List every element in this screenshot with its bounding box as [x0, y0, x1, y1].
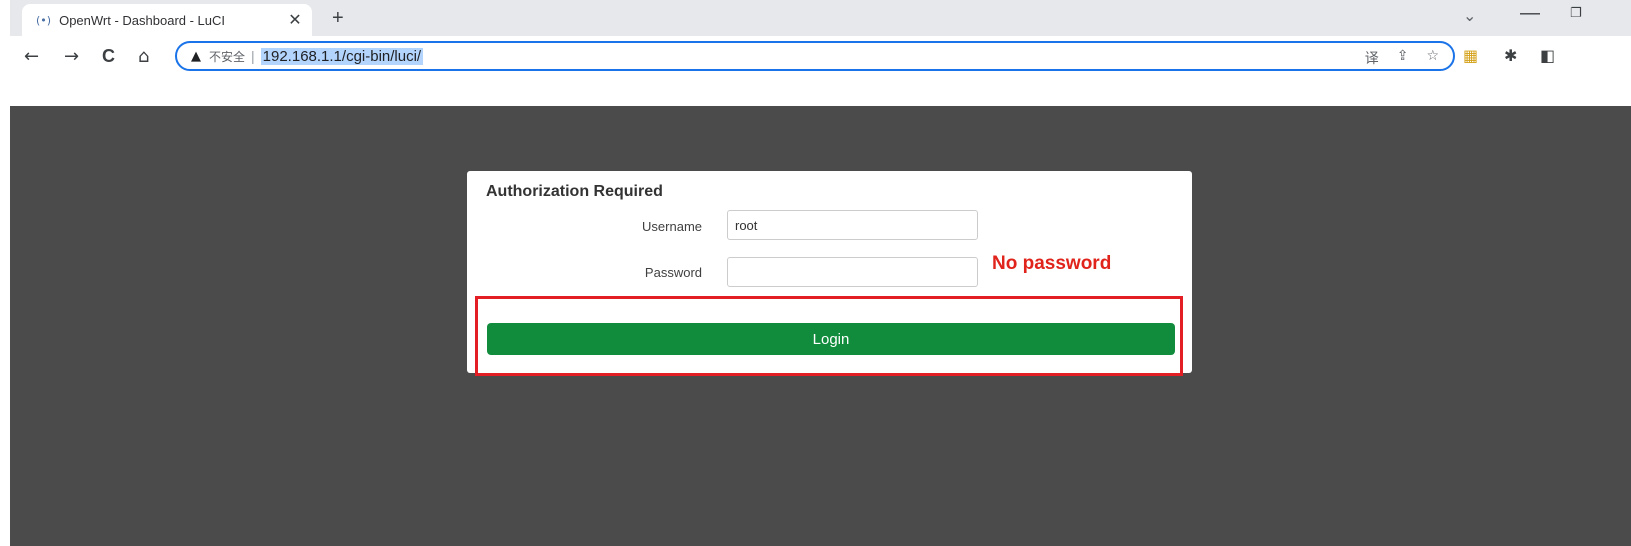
page-content: Authorization Required Username Password… — [10, 106, 1631, 546]
window-left-edge — [0, 0, 10, 546]
login-card: Authorization Required Username Password… — [467, 171, 1192, 376]
username-label: Username — [642, 219, 702, 234]
openwrt-favicon-icon: (•) — [36, 13, 52, 27]
bookmark-star-icon[interactable]: ☆ — [1426, 48, 1439, 68]
not-secure-warning-icon[interactable]: ▲ — [191, 49, 201, 64]
password-label: Password — [644, 265, 702, 280]
login-button[interactable]: Login — [487, 323, 1175, 355]
browser-tab[interactable]: (•) OpenWrt - Dashboard - LuCI ✕ — [22, 4, 312, 36]
translate-icon[interactable]: 译 — [1365, 48, 1379, 68]
login-title: Authorization Required — [486, 183, 663, 200]
home-icon[interactable]: ⌂ — [138, 46, 149, 67]
forward-arrow-icon[interactable]: → — [64, 46, 79, 67]
address-separator: | — [251, 48, 255, 64]
tab-title: OpenWrt - Dashboard - LuCI — [59, 12, 226, 28]
username-input[interactable] — [727, 210, 978, 240]
no-password-annotation: No password — [992, 253, 1112, 274]
extension-icon[interactable]: ▦ — [1463, 46, 1478, 65]
reload-icon[interactable]: C — [102, 46, 115, 67]
not-secure-label[interactable]: 不安全 — [209, 48, 245, 65]
extensions-puzzle-icon[interactable]: ✱ — [1504, 46, 1517, 65]
side-panel-icon[interactable]: ◧ — [1540, 46, 1555, 65]
restore-window-button[interactable]: ❐ — [1570, 6, 1582, 21]
share-icon[interactable]: ⇪ — [1397, 48, 1409, 68]
new-tab-button[interactable]: + — [332, 7, 344, 30]
address-bar-actions: 译 ⇪ ☆ — [1365, 48, 1439, 68]
password-input[interactable] — [727, 257, 978, 287]
url-text[interactable]: 192.168.1.1/cgi-bin/luci/ — [260, 47, 424, 65]
tab-close-icon[interactable]: ✕ — [284, 10, 306, 30]
minimize-window-button[interactable]: — — [1520, 2, 1540, 25]
tab-search-icon[interactable]: ⌄ — [1463, 6, 1476, 25]
tab-strip: (•) OpenWrt - Dashboard - LuCI ✕ + ⌄ — ❐ — [10, 0, 1631, 36]
browser-toolbar: ← → C ⌂ ▲ 不安全 | 192.168.1.1/cgi-bin/luci… — [10, 36, 1631, 80]
back-arrow-icon[interactable]: ← — [24, 46, 39, 67]
address-bar[interactable]: ▲ 不安全 | 192.168.1.1/cgi-bin/luci/ 译 ⇪ ☆ — [175, 41, 1455, 71]
